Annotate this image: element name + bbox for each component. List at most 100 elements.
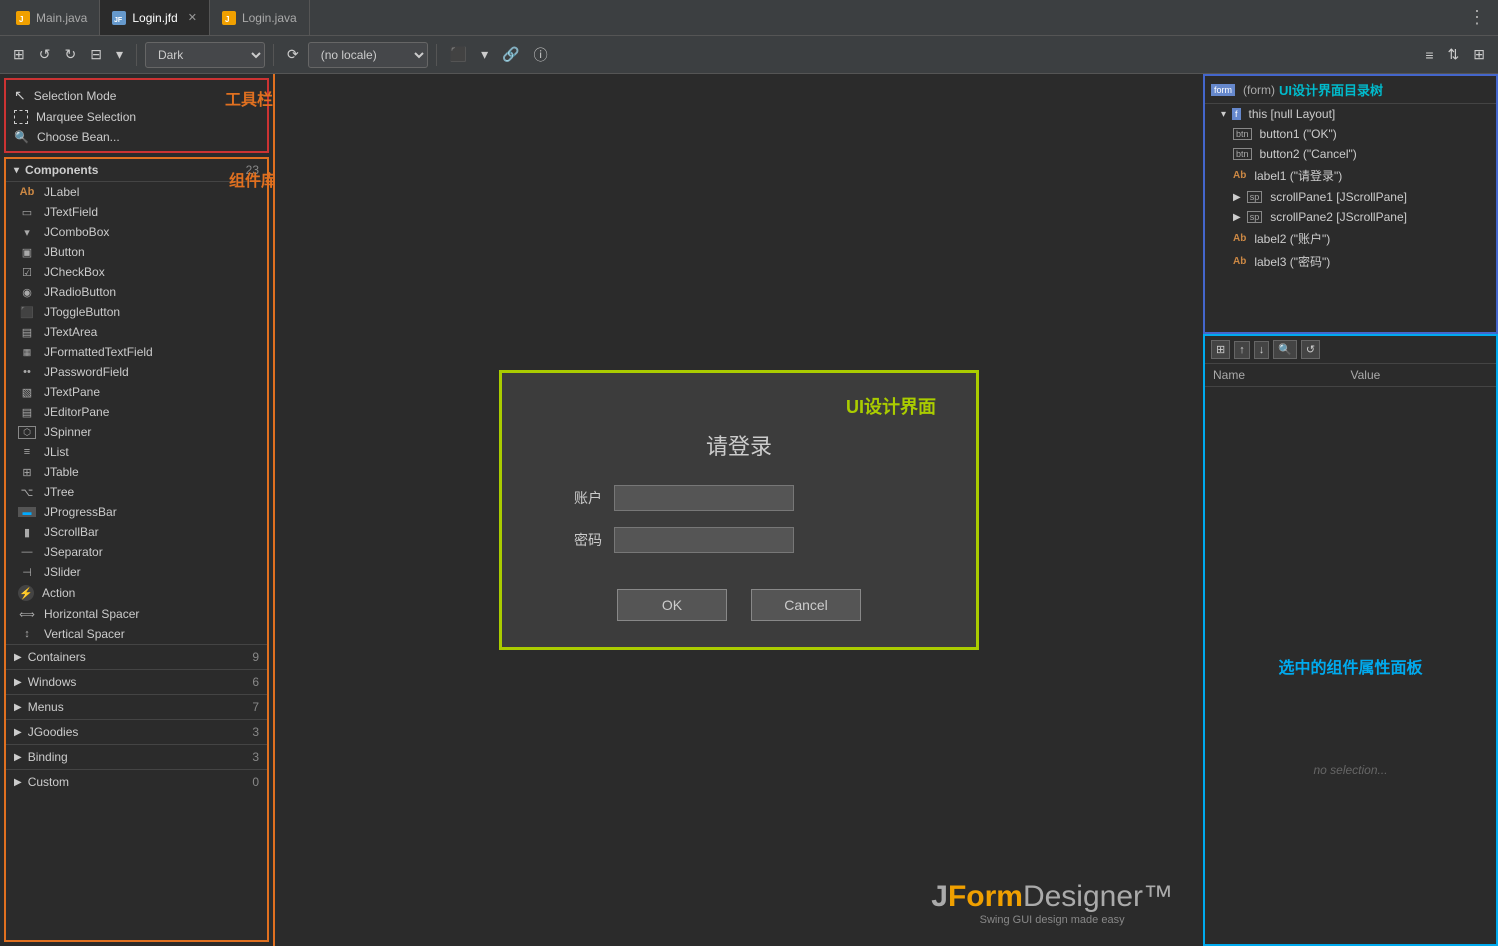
comp-jspinner[interactable]: ⬡ JSpinner <box>6 422 267 442</box>
tab-login-jfd-close[interactable]: ✕ <box>188 11 197 24</box>
tree-this[interactable]: ▾ f this [null Layout] <box>1205 104 1496 124</box>
comp-jscrollbar[interactable]: ▮ JScrollBar <box>6 522 267 542</box>
toolbar-align-btn[interactable]: ≡ <box>1420 44 1438 66</box>
jscrollbar-icon: ▮ <box>18 526 36 539</box>
component-tree: form (form) UI设计界面目录树 ▾ f this [null Lay… <box>1203 74 1498 334</box>
comp-jeditorpane[interactable]: ▤ JEditorPane <box>6 402 267 422</box>
comp-vertical-spacer[interactable]: ↕ Vertical Spacer <box>6 624 267 644</box>
components-header[interactable]: ▾ Components 23 <box>6 159 267 182</box>
toolbar-undo-btn[interactable]: ↺ <box>34 43 56 66</box>
form-cancel-button[interactable]: Cancel <box>751 589 861 621</box>
props-btn-1[interactable]: ⊞ <box>1211 340 1230 359</box>
form-ok-button[interactable]: OK <box>617 589 727 621</box>
right-sidebar: form (form) UI设计界面目录树 ▾ f this [null Lay… <box>1203 74 1498 946</box>
tool-selection-mode[interactable]: ↖ Selection Mode <box>6 84 267 107</box>
tab-more-button[interactable]: ⋮ <box>1460 7 1494 28</box>
tree-header-prefix: (form) <box>1243 83 1275 97</box>
watermark-text: JFormDesigner™ <box>931 880 1173 914</box>
comp-jcombobox[interactable]: ▾ JComboBox <box>6 222 267 242</box>
tree-label1[interactable]: Ab label1 ("请登录") <box>1205 164 1496 187</box>
comp-jbutton[interactable]: ▣ JButton <box>6 242 267 262</box>
toolbar-align2-btn[interactable]: ⇅ <box>1443 43 1465 66</box>
toolbar-grid-btn[interactable]: ⊞ <box>1468 43 1490 66</box>
toolbar-dropdown2-btn[interactable]: ▾ <box>476 43 493 66</box>
toolbar-color-btn[interactable]: ⬛ <box>445 43 472 66</box>
containers-label: Containers <box>28 650 86 664</box>
toolbar-locale-select[interactable]: (no locale) <box>308 42 428 68</box>
tab-login-java[interactable]: J Login.java <box>210 0 310 35</box>
tree-scrollpane1[interactable]: ▶ sp scrollPane1 [JScrollPane] <box>1205 187 1496 207</box>
comp-jradiobutton[interactable]: ◉ JRadioButton <box>6 282 267 302</box>
windows-header[interactable]: ▶ Windows 6 <box>6 670 267 694</box>
tool-marquee-selection[interactable]: Marquee Selection <box>6 107 267 127</box>
comp-jtree[interactable]: ⌥ JTree <box>6 482 267 502</box>
form-subtitle: 请登录 <box>706 429 772 461</box>
toolbar-layout-btn[interactable]: ⊞ <box>8 43 30 66</box>
comp-jlist[interactable]: ≡ JList <box>6 442 267 462</box>
tab-login-jfd[interactable]: JF Login.jfd ✕ <box>100 0 210 35</box>
selection-mode-icon: ↖ <box>14 87 26 104</box>
comp-jtable[interactable]: ⊞ JTable <box>6 462 267 482</box>
watermark-subtitle: Swing GUI design made easy <box>931 914 1173 926</box>
props-title-overlay: 选中的组件属性面板 <box>1278 654 1422 678</box>
props-sort-asc-btn[interactable]: ↑ <box>1234 341 1250 359</box>
menus-header[interactable]: ▶ Menus 7 <box>6 695 267 719</box>
binding-header[interactable]: ▶ Binding 3 <box>6 745 267 769</box>
main-content: ↖ Selection Mode Marquee Selection 🔍 Cho… <box>0 74 1498 946</box>
account-input[interactable] <box>614 485 794 511</box>
tab-bar: J Main.java JF Login.jfd ✕ J Login.java … <box>0 0 1498 36</box>
jgoodies-header[interactable]: ▶ JGoodies 3 <box>6 720 267 744</box>
toolbar-refresh-btn[interactable]: ⟳ <box>282 43 304 66</box>
comp-jtextfield[interactable]: ▭ JTextField <box>6 202 267 222</box>
tree-button2[interactable]: btn button2 ("Cancel") <box>1205 144 1496 164</box>
components-chevron: ▾ <box>14 165 19 176</box>
tree-label3[interactable]: Ab label3 ("密码") <box>1205 250 1496 273</box>
comp-jpasswordfield[interactable]: •• JPasswordField <box>6 362 267 382</box>
jfd-file-icon: JF <box>112 11 126 25</box>
comp-jslider[interactable]: ⊣ JSlider <box>6 562 267 582</box>
tree-button1[interactable]: btn button1 ("OK") <box>1205 124 1496 144</box>
comp-jprogressbar[interactable]: ▬ JProgressBar <box>6 502 267 522</box>
comp-jlabel[interactable]: Ab JLabel <box>6 182 267 202</box>
toolbar-link-btn[interactable]: 🔗 <box>497 43 524 66</box>
toolbar-theme-select[interactable]: Dark Light <box>145 42 265 68</box>
tab-main-java[interactable]: J Main.java <box>4 0 100 35</box>
comp-jtextfield-label: JTextField <box>44 205 98 219</box>
toolbar-extra-btn[interactable]: ⊟ <box>85 43 107 66</box>
jpasswordfield-icon: •• <box>18 366 36 378</box>
action-icon: ⚡ <box>18 585 34 601</box>
tree-scrollpane2[interactable]: ▶ sp scrollPane2 [JScrollPane] <box>1205 207 1496 227</box>
comp-jcombobox-label: JComboBox <box>44 225 109 239</box>
svg-text:JF: JF <box>114 17 123 24</box>
comp-jtextpane[interactable]: ▧ JTextPane <box>6 382 267 402</box>
password-input[interactable] <box>614 527 794 553</box>
comp-jtogglebutton[interactable]: ⬛ JToggleButton <box>6 302 267 322</box>
comp-jformattedtextfield[interactable]: ▦ JFormattedTextField <box>6 342 267 362</box>
tree-label2[interactable]: Ab label2 ("账户") <box>1205 227 1496 250</box>
comp-jcheckbox-label: JCheckBox <box>44 265 105 279</box>
toolbar-dropdown-btn[interactable]: ▾ <box>111 43 128 66</box>
custom-header[interactable]: ▶ Custom 0 <box>6 770 267 794</box>
comp-jseparator[interactable]: — JSeparator <box>6 542 267 562</box>
props-sort-desc-btn[interactable]: ↓ <box>1254 341 1270 359</box>
comp-jtextarea[interactable]: ▤ JTextArea <box>6 322 267 342</box>
form-password-row: 密码 <box>522 527 956 553</box>
tree-label2-label: label2 ("账户") <box>1254 230 1330 247</box>
comp-jtable-label: JTable <box>44 465 79 479</box>
comp-horizontal-spacer[interactable]: ⟺ Horizontal Spacer <box>6 604 267 624</box>
tree-button2-label: button2 ("Cancel") <box>1260 147 1357 161</box>
toolbar-info-btn[interactable]: ⓘ <box>529 42 553 68</box>
props-search-btn[interactable]: 🔍 <box>1273 340 1297 359</box>
toolbar-redo-btn[interactable]: ↻ <box>59 43 81 66</box>
containers-header[interactable]: ▶ Containers 9 <box>6 645 267 669</box>
comp-jlist-label: JList <box>44 445 69 459</box>
jlabel-icon: Ab <box>18 186 36 198</box>
comp-action[interactable]: ⚡ Action <box>6 582 267 604</box>
comp-jcheckbox[interactable]: ☑ JCheckBox <box>6 262 267 282</box>
form-account-row: 账户 <box>522 485 956 511</box>
tool-choose-bean[interactable]: 🔍 Choose Bean... <box>6 127 267 147</box>
design-canvas[interactable]: UI设计界面 请登录 账户 密码 OK Cancel JFormDes <box>275 74 1203 946</box>
tree-label1-icon: Ab <box>1233 170 1246 181</box>
props-reset-btn[interactable]: ↺ <box>1301 340 1320 359</box>
binding-label: Binding <box>28 750 68 764</box>
